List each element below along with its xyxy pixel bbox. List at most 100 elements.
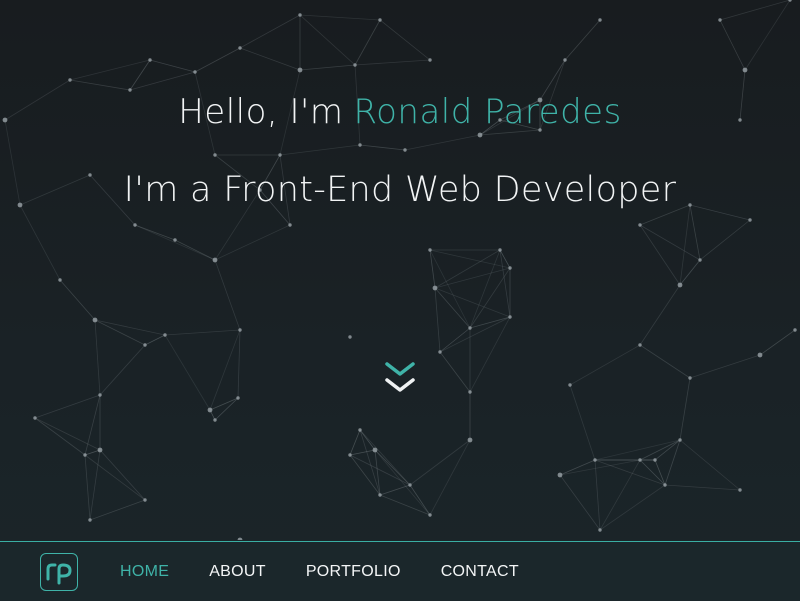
network-line <box>299 64 356 71</box>
network-node <box>468 390 472 394</box>
network-line <box>639 344 691 379</box>
network-node <box>638 458 642 462</box>
network-node <box>738 488 742 492</box>
network-line <box>237 329 241 399</box>
network-node <box>88 518 92 522</box>
network-node <box>358 143 362 147</box>
network-node <box>757 352 763 358</box>
network-line <box>299 14 356 66</box>
network-line <box>374 449 411 486</box>
network-line <box>354 19 381 66</box>
network-line <box>279 144 361 156</box>
network-node <box>698 258 702 262</box>
network-line <box>689 354 761 379</box>
network-node <box>638 223 642 227</box>
nav-about[interactable]: ABOUT <box>209 563 266 581</box>
network-node <box>428 248 432 252</box>
network-line <box>164 334 211 411</box>
network-node <box>793 328 797 332</box>
network-line <box>654 459 666 486</box>
network-node <box>238 328 242 332</box>
network-line <box>719 19 746 71</box>
network-line <box>94 319 166 336</box>
network-line <box>84 454 91 521</box>
network-line <box>559 459 596 476</box>
network-node <box>718 18 722 22</box>
network-line <box>679 204 691 286</box>
network-node <box>508 315 512 319</box>
network-line <box>99 344 146 396</box>
network-line <box>59 279 96 321</box>
network-line <box>439 351 471 393</box>
network-line <box>354 59 431 66</box>
network-node <box>297 67 303 73</box>
network-line <box>89 499 146 521</box>
network-node <box>428 513 432 517</box>
network-line <box>759 329 796 356</box>
network-node <box>438 350 442 354</box>
network-node <box>237 537 243 540</box>
network-line <box>569 384 596 461</box>
network-line <box>349 449 376 456</box>
network-line <box>34 394 101 419</box>
network-node <box>83 453 87 457</box>
network-node <box>98 393 102 397</box>
network-line <box>359 144 406 151</box>
network-node <box>92 317 98 323</box>
network-line <box>434 287 441 353</box>
network-line <box>599 459 641 531</box>
network-node <box>238 46 242 50</box>
network-line <box>429 439 471 516</box>
bottom-navbar: HOME ABOUT PORTFOLIO CONTACT <box>0 541 800 601</box>
network-node <box>97 447 103 453</box>
network-node <box>677 282 683 288</box>
network-node <box>278 153 282 157</box>
network-node <box>33 416 37 420</box>
network-line <box>69 59 151 81</box>
network-node <box>403 148 407 152</box>
network-line <box>209 329 241 411</box>
network-line <box>679 439 741 491</box>
network-node <box>638 343 642 347</box>
rp-logo-icon[interactable] <box>40 552 78 591</box>
network-background <box>2 0 797 540</box>
network-node <box>348 453 352 457</box>
network-line <box>194 47 241 73</box>
network-line <box>664 484 741 491</box>
network-line <box>559 474 601 531</box>
network-node <box>653 458 657 462</box>
network-node <box>378 493 382 497</box>
network-line <box>374 449 381 496</box>
nav-home[interactable]: HOME <box>120 563 169 581</box>
network-line <box>94 319 146 346</box>
network-node <box>467 437 473 443</box>
network-line <box>594 459 666 486</box>
hero-greeting: Hello, I'm <box>178 92 344 132</box>
double-chevron-down-icon[interactable] <box>382 360 418 396</box>
network-line <box>34 417 86 456</box>
network-node <box>372 447 378 453</box>
network-node <box>432 285 438 291</box>
network-line <box>744 0 791 71</box>
network-line <box>439 327 471 353</box>
network-node <box>213 153 217 157</box>
network-line <box>404 134 481 151</box>
network-line <box>469 249 501 329</box>
network-node <box>748 218 752 222</box>
network-node <box>477 132 483 138</box>
network-line <box>19 204 61 281</box>
network-node <box>68 78 72 82</box>
nav-portfolio[interactable]: PORTFOLIO <box>306 563 401 581</box>
network-node <box>598 18 602 22</box>
network-node <box>207 407 213 413</box>
network-line <box>689 204 701 261</box>
hero-name: Ronald Paredes <box>353 92 622 132</box>
network-node <box>163 333 167 337</box>
network-node <box>428 58 432 62</box>
nav-contact[interactable]: CONTACT <box>441 563 519 581</box>
network-line <box>379 484 411 496</box>
network-node <box>212 257 218 263</box>
network-line <box>174 239 216 261</box>
network-node <box>468 326 472 330</box>
network-line <box>214 397 239 421</box>
